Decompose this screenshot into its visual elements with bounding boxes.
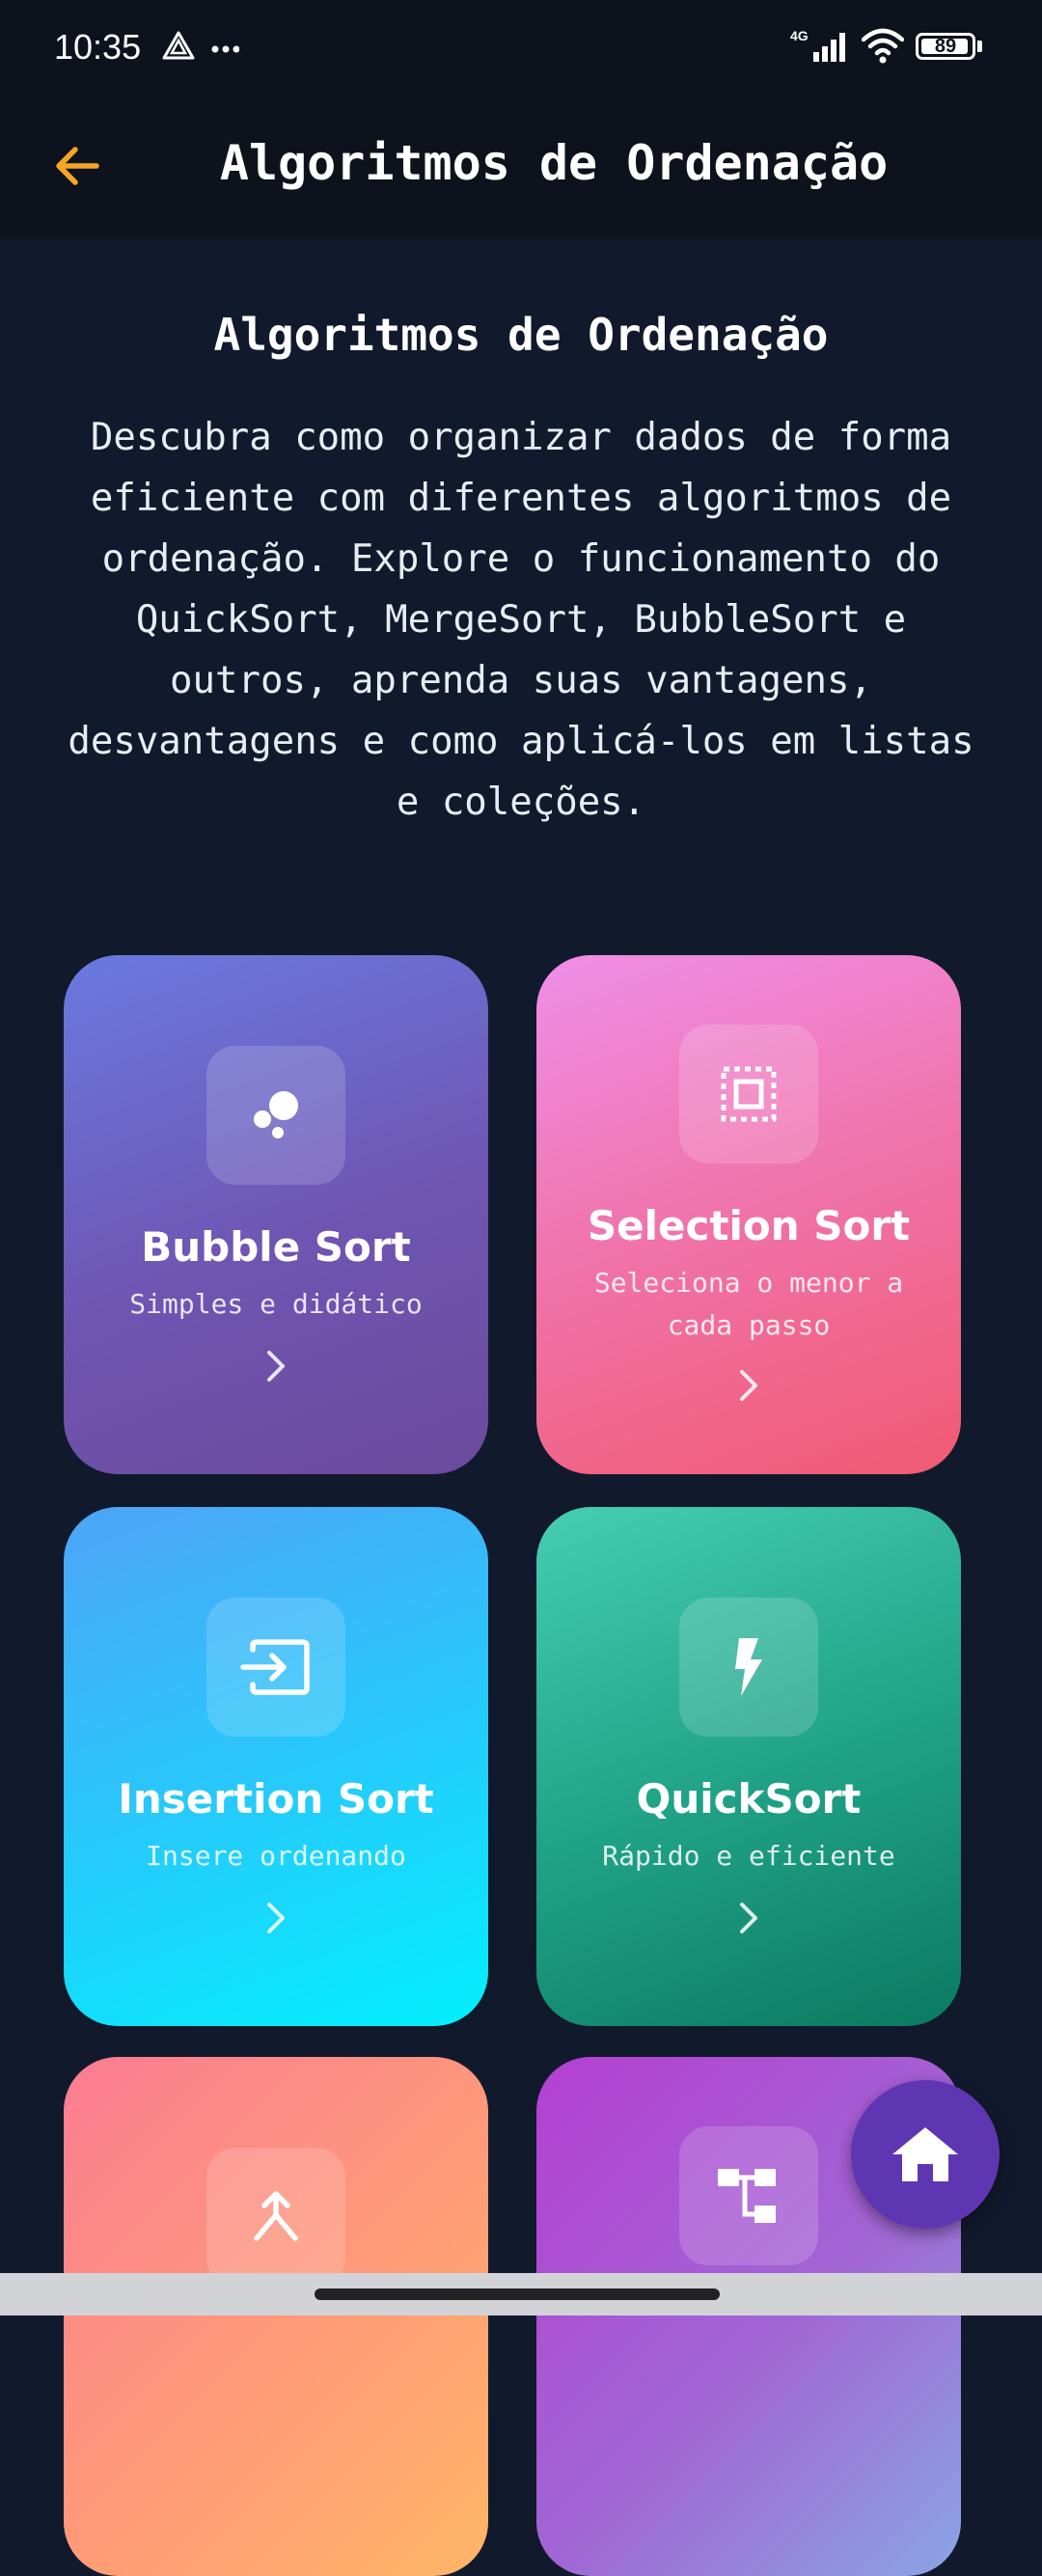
home-fab-button[interactable] — [851, 2080, 1000, 2229]
selection-icon — [721, 1066, 777, 1122]
card-title: Selection Sort — [587, 1202, 911, 1249]
card-subtitle: Simples e didático — [129, 1288, 423, 1320]
battery-icon: 89 — [916, 33, 982, 60]
bubbles-icon — [254, 1091, 298, 1138]
alert-triangle-icon — [162, 31, 195, 60]
app-bar: Algoritmos de Ordenação — [0, 96, 1042, 239]
gesture-handle[interactable] — [315, 2288, 720, 2300]
card-icon-box — [679, 1025, 818, 1164]
card-icon-box — [206, 2148, 345, 2287]
status-right-icons: 4G 89 — [790, 27, 982, 66]
card-title: Insertion Sort — [118, 1775, 434, 1822]
chevron-right-icon — [729, 1899, 768, 1937]
battery-level: 89 — [934, 35, 957, 57]
card-title: Bubble Sort — [141, 1223, 411, 1271]
card-icon-box — [679, 2126, 818, 2265]
card-icon-box — [206, 1598, 345, 1737]
input-icon — [240, 1639, 310, 1695]
card-quicksort[interactable]: QuickSort Rápido e eficiente — [536, 1507, 961, 2026]
system-nav-bar — [0, 2273, 1042, 2316]
card-selection-sort[interactable]: Selection Sort Seleciona o menor a cada … — [536, 955, 961, 1474]
card-icon-box — [206, 1046, 345, 1185]
svg-text:4G: 4G — [790, 28, 809, 43]
home-icon — [892, 2127, 958, 2181]
lightning-icon — [735, 1638, 762, 1696]
status-left-icons — [162, 29, 240, 71]
card-subtitle: Rápido e eficiente — [602, 1840, 895, 1872]
card-bubble-sort[interactable]: Bubble Sort Simples e didático — [64, 955, 488, 1474]
status-time: 10:35 — [54, 27, 142, 67]
tree-icon — [718, 2169, 776, 2223]
card-title: QuickSort — [636, 1775, 862, 1822]
more-dots-icon — [211, 45, 240, 53]
signal-icon: 4G — [790, 28, 845, 62]
card-subtitle: Seleciona o menor a cada passo — [593, 1267, 904, 1341]
intro-text: Descubra como organizar dados de forma e… — [68, 416, 974, 824]
merge-icon — [254, 2191, 298, 2241]
status-bar: 10:35 4G 89 — [0, 0, 1042, 96]
card-merge-sort[interactable] — [64, 2057, 488, 2576]
card-subtitle: Insere ordenando — [146, 1840, 406, 1872]
chevron-right-icon — [729, 1366, 768, 1405]
chevron-right-icon — [257, 1899, 295, 1937]
chevron-right-icon — [257, 1347, 295, 1385]
wifi-icon — [862, 28, 904, 64]
card-insertion-sort[interactable]: Insertion Sort Insere ordenando — [64, 1507, 488, 2026]
card-icon-box — [679, 1598, 818, 1737]
intro-title: Algoritmos de Ordenação — [213, 309, 829, 361]
page-title: Algoritmos de Ordenação — [219, 135, 889, 191]
